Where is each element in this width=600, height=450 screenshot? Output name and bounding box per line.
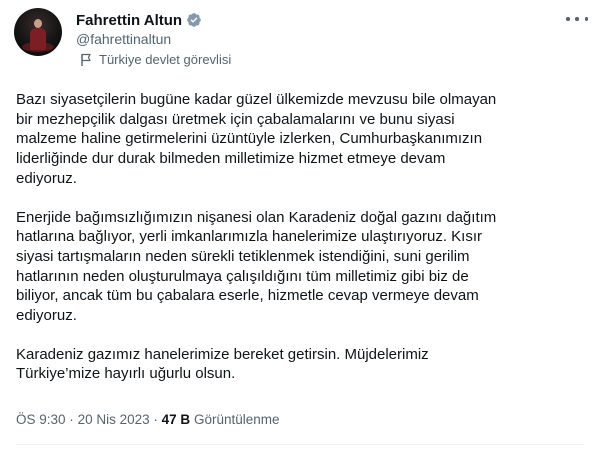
tweet-timestamp[interactable]: ÖS 9:30 · 20 Nis 2023 (16, 412, 150, 427)
flag-icon (81, 53, 91, 66)
views-count: 47 B (161, 412, 191, 427)
government-label[interactable]: Türkiye devlet görevlisi (80, 52, 231, 67)
verified-badge-icon (187, 13, 201, 27)
avatar[interactable] (14, 8, 62, 56)
tweet-meta: ÖS 9:30 · 20 Nis 2023 · 47 B Görüntülenm… (16, 412, 280, 427)
tweet-time: ÖS 9:30 (16, 412, 66, 427)
tweet-paragraph-3: Karadeniz gazımız hanelerimize bereket g… (16, 345, 429, 383)
views-label: Görüntülenme (193, 412, 280, 427)
more-horizontal-icon[interactable] (566, 10, 588, 28)
tweet-paragraph-2: Enerjide bağımsızlığımızın nişanesi olan… (16, 208, 497, 325)
avatar-figure-head (34, 19, 42, 28)
meta-separator: · (69, 412, 74, 427)
government-label-text: Türkiye devlet görevlisi (99, 52, 232, 67)
tweet-card: Fahrettin Altun @fahrettinaltun Türkiye … (0, 0, 600, 450)
divider (16, 444, 584, 445)
tweet-date: 20 Nis 2023 (77, 412, 150, 427)
author-name-row: Fahrettin Altun (76, 10, 202, 30)
meta-separator: · (153, 412, 158, 427)
author-display-name[interactable]: Fahrettin Altun (76, 12, 182, 29)
avatar-figure-body (30, 28, 46, 50)
author-handle[interactable]: @fahrettinaltun (76, 31, 171, 47)
tweet-paragraph-1: Bazı siyasetçilerin bugüne kadar güzel ü… (16, 91, 497, 187)
tweet-text: Bazı siyasetçilerin bugüne kadar güzel ü… (16, 90, 576, 403)
